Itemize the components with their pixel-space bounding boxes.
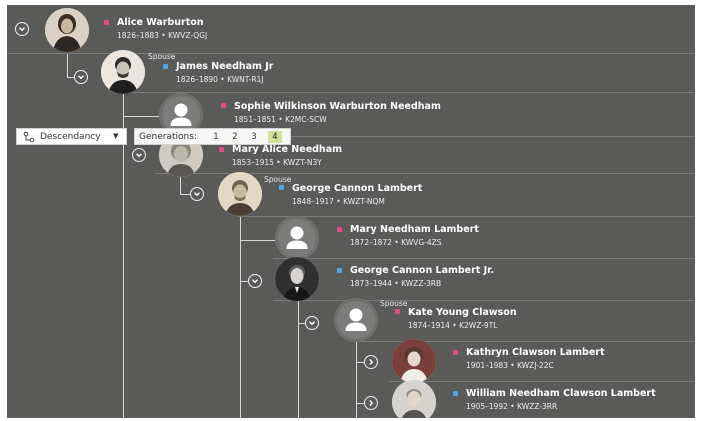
view-mode-label: Descendancy	[40, 132, 101, 142]
person-name[interactable]: Mary Needham Lambert	[350, 224, 479, 235]
person-lifespan-id: 1874–1914 • K2WZ-9TL	[408, 321, 498, 330]
tree-connector	[67, 77, 74, 78]
view-mode-dropdown[interactable]: Descendancy ▼	[16, 128, 127, 145]
person-photo[interactable]	[392, 339, 436, 383]
generations-label: Generations:	[139, 132, 197, 142]
collapse-toggle-icon[interactable]	[15, 22, 29, 36]
tree-connector	[240, 215, 241, 418]
spouse-label: Spouse	[380, 299, 408, 308]
person-lifespan-id: 1826–1890 • KWNT-R1J	[176, 75, 264, 84]
portrait-woman-icon	[392, 339, 436, 383]
portrait-man-icon	[218, 172, 262, 216]
silhouette-icon	[286, 226, 308, 249]
collapse-toggle-icon[interactable]	[74, 70, 88, 84]
person-name[interactable]: George Cannon Lambert	[292, 183, 422, 194]
female-indicator-icon	[221, 103, 226, 108]
person-name[interactable]: Kate Young Clawson	[408, 307, 517, 318]
male-indicator-icon	[337, 268, 342, 273]
app-window: Alice Warburton 1826–1883 • KWVZ-QGJ Spo…	[0, 0, 702, 421]
person-photo[interactable]	[45, 8, 89, 52]
person-photo[interactable]	[101, 50, 145, 94]
person-lifespan-id: 1901–1983 • KWZJ-22C	[466, 361, 554, 370]
person-name[interactable]: Kathryn Clawson Lambert	[466, 347, 605, 358]
generation-option-4[interactable]: 4	[268, 131, 282, 143]
person-photo[interactable]	[218, 172, 262, 216]
female-indicator-icon	[219, 147, 224, 152]
portrait-man-icon	[275, 257, 319, 301]
tree-connector	[298, 323, 305, 324]
tree-connector	[240, 240, 275, 241]
tree-connector	[298, 298, 299, 418]
descendancy-tree-canvas: Alice Warburton 1826–1883 • KWVZ-QGJ Spo…	[7, 5, 695, 418]
generation-option-1[interactable]: 1	[209, 131, 223, 143]
portrait-man-icon	[392, 380, 436, 418]
tree-view-icon	[23, 131, 35, 146]
tree-connector	[356, 403, 364, 404]
collapse-toggle-icon[interactable]	[132, 148, 146, 162]
person-name[interactable]: James Needham Jr	[176, 61, 274, 72]
expand-toggle-icon[interactable]	[364, 396, 378, 410]
person-name[interactable]: George Cannon Lambert Jr.	[350, 265, 494, 276]
dropdown-caret-icon: ▼	[113, 132, 119, 140]
person-lifespan-id: 1848–1917 • KWZT-NQM	[292, 197, 385, 206]
male-indicator-icon	[279, 185, 284, 190]
tree-connector	[67, 53, 68, 78]
tree-connector	[240, 281, 248, 282]
male-indicator-icon	[453, 391, 458, 396]
person-lifespan-id: 1873–1944 • KWZZ-3RB	[350, 279, 442, 288]
collapse-toggle-icon[interactable]	[305, 316, 319, 330]
tree-connector	[356, 340, 357, 418]
tree-connector	[123, 116, 159, 117]
silhouette-icon	[345, 308, 367, 331]
person-lifespan-id: 1853–1915 • KWZT-N3Y	[232, 158, 322, 167]
collapse-toggle-icon[interactable]	[190, 187, 204, 201]
spouse-label: Spouse	[148, 52, 176, 61]
collapse-toggle-icon[interactable]	[248, 274, 262, 288]
person-name[interactable]: William Needham Clawson Lambert	[466, 388, 656, 399]
portrait-man-icon	[101, 50, 145, 94]
person-photo[interactable]	[275, 257, 319, 301]
female-indicator-icon	[337, 227, 342, 232]
generations-selector: Generations: 1 2 3 4	[134, 128, 291, 145]
person-name[interactable]: Mary Alice Needham	[232, 144, 342, 155]
portrait-woman-icon	[45, 8, 89, 52]
person-name[interactable]: Sophie Wilkinson Warburton Needham	[234, 101, 441, 112]
spouse-label: Spouse	[264, 175, 292, 184]
generation-option-2[interactable]: 2	[228, 131, 242, 143]
person-photo[interactable]	[392, 380, 436, 418]
row-divider	[273, 258, 695, 259]
tree-connector	[356, 362, 364, 363]
female-indicator-icon	[395, 309, 400, 314]
person-lifespan-id: 1851–1851 • K2MC-SCW	[234, 115, 327, 124]
person-photo[interactable]	[334, 298, 378, 342]
tree-connector	[180, 194, 190, 195]
expand-toggle-icon[interactable]	[364, 355, 378, 369]
person-lifespan-id: 1905–1992 • KWZZ-3RR	[466, 402, 558, 411]
male-indicator-icon	[163, 64, 168, 69]
person-photo[interactable]	[275, 216, 319, 260]
female-indicator-icon	[453, 350, 458, 355]
female-indicator-icon	[104, 20, 109, 25]
generation-option-3[interactable]: 3	[247, 131, 261, 143]
person-lifespan-id: 1872–1872 • KWVG-4ZS	[350, 238, 442, 247]
person-lifespan-id: 1826–1883 • KWVZ-QGJ	[117, 31, 208, 40]
row-divider	[119, 92, 695, 93]
person-name[interactable]: Alice Warburton	[117, 17, 204, 28]
